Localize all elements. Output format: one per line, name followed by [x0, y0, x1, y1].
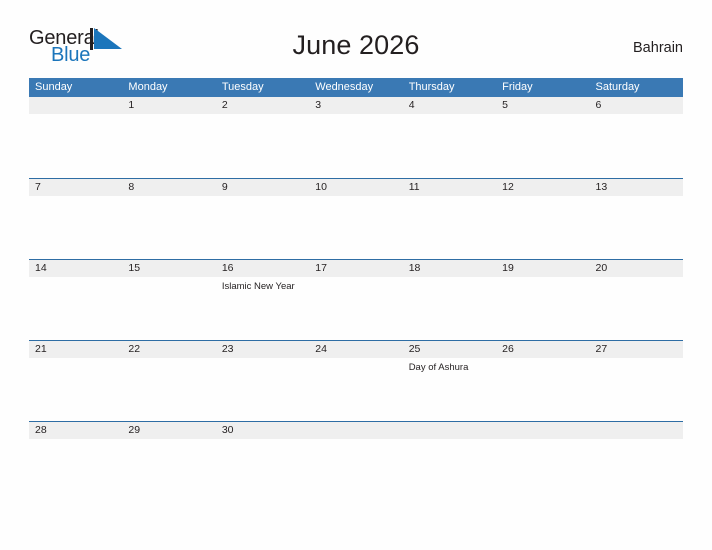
- day-number: 4: [408, 99, 415, 111]
- day-cell[interactable]: 21: [29, 341, 122, 421]
- day-cell[interactable]: 26: [496, 341, 589, 421]
- day-cell[interactable]: 4: [403, 97, 496, 178]
- day-cell[interactable]: 7: [29, 179, 122, 259]
- day-number: 7: [35, 181, 41, 193]
- day-number: 22: [128, 343, 141, 355]
- day-number: 27: [595, 343, 608, 355]
- day-cell[interactable]: 9: [216, 179, 309, 259]
- day-cell[interactable]: 16 Islamic New Year: [216, 260, 309, 340]
- calendar-page: General Blue June 2026 Bahrain Sunday Mo…: [0, 0, 712, 550]
- day-number: 20: [595, 262, 608, 274]
- day-cell[interactable]: 17: [309, 260, 402, 340]
- day-cell[interactable]: 23: [216, 341, 309, 421]
- day-number: 21: [35, 343, 47, 355]
- week-row: 1 2 3 4 5 6: [29, 97, 683, 178]
- day-number: 6: [595, 99, 602, 111]
- weekday-header-wednesday: Wednesday: [315, 81, 374, 93]
- day-cell[interactable]: 8: [122, 179, 215, 259]
- day-number: 15: [128, 262, 141, 274]
- day-event: Islamic New Year: [221, 281, 295, 292]
- weekday-header-saturday: Saturday: [595, 81, 640, 93]
- day-number: 12: [502, 181, 514, 193]
- day-number: 17: [315, 262, 327, 274]
- day-number: 5: [502, 99, 508, 111]
- weekday-header-sunday: Sunday: [35, 81, 73, 93]
- day-cell[interactable]: 29: [122, 422, 215, 502]
- day-cell[interactable]: 13: [590, 179, 683, 259]
- weekday-header-friday: Friday: [502, 81, 533, 93]
- day-number: 10: [315, 181, 327, 193]
- day-number: 23: [221, 343, 234, 355]
- day-cell[interactable]: 25 Day of Ashura: [403, 341, 496, 421]
- page-title: June 2026: [292, 30, 420, 60]
- day-cell[interactable]: 22: [122, 341, 215, 421]
- day-cell[interactable]: 6: [590, 97, 683, 178]
- weekday-header-tuesday: Tuesday: [221, 81, 264, 93]
- day-cell[interactable]: 28: [29, 422, 122, 502]
- day-number: 24: [315, 343, 327, 355]
- week-row: 14 15 16 Islamic New Year 17 18 19 20: [29, 259, 683, 340]
- day-number: 18: [408, 262, 421, 274]
- day-number: 13: [595, 181, 608, 193]
- weekday-header-row: Sunday Monday Tuesday Wednesday Thursday…: [29, 78, 683, 97]
- day-cell[interactable]: [309, 422, 402, 502]
- day-number: 8: [128, 181, 135, 193]
- day-event: Day of Ashura: [408, 362, 469, 373]
- day-cell[interactable]: [29, 97, 122, 178]
- day-cell[interactable]: 14: [29, 260, 122, 340]
- day-number: 25: [408, 343, 421, 355]
- week-row: 7 8 9 10 11 12 13: [29, 178, 683, 259]
- calendar-grid: Sunday Monday Tuesday Wednesday Thursday…: [29, 78, 683, 502]
- day-cell[interactable]: [403, 422, 496, 502]
- day-cell[interactable]: 11: [403, 179, 496, 259]
- day-number: 2: [221, 99, 228, 111]
- day-cell[interactable]: 30: [216, 422, 309, 502]
- day-number: 9: [221, 181, 228, 193]
- day-number: 1: [128, 99, 135, 111]
- day-cell[interactable]: 5: [496, 97, 589, 178]
- weekday-header-thursday: Thursday: [408, 81, 455, 93]
- day-cell[interactable]: 3: [309, 97, 402, 178]
- weekday-header-monday: Monday: [128, 81, 168, 93]
- day-cell[interactable]: 24: [309, 341, 402, 421]
- page-header: General Blue June 2026 Bahrain: [0, 0, 712, 65]
- day-cell[interactable]: 20: [590, 260, 683, 340]
- week-row: 28 29 30: [29, 421, 683, 502]
- day-cell[interactable]: 18: [403, 260, 496, 340]
- day-number: 14: [35, 262, 47, 274]
- day-cell[interactable]: 19: [496, 260, 589, 340]
- day-number: 19: [502, 262, 514, 274]
- day-cell[interactable]: [496, 422, 589, 502]
- day-number: 29: [128, 424, 141, 436]
- country-label: Bahrain: [633, 40, 683, 56]
- day-number: 26: [502, 343, 514, 355]
- day-cell[interactable]: 15: [122, 260, 215, 340]
- day-number: 30: [221, 424, 234, 436]
- day-number: 11: [408, 181, 420, 193]
- day-cell[interactable]: [590, 422, 683, 502]
- day-cell[interactable]: 27: [590, 341, 683, 421]
- week-row: 21 22 23 24 25 Day of Ashura 26 27: [29, 340, 683, 421]
- day-number: 28: [35, 424, 47, 436]
- day-cell[interactable]: 1: [122, 97, 215, 178]
- day-cell[interactable]: 10: [309, 179, 402, 259]
- day-number: 16: [221, 262, 234, 274]
- day-cell[interactable]: 12: [496, 179, 589, 259]
- day-cell[interactable]: 2: [216, 97, 309, 178]
- day-number: 3: [315, 99, 322, 111]
